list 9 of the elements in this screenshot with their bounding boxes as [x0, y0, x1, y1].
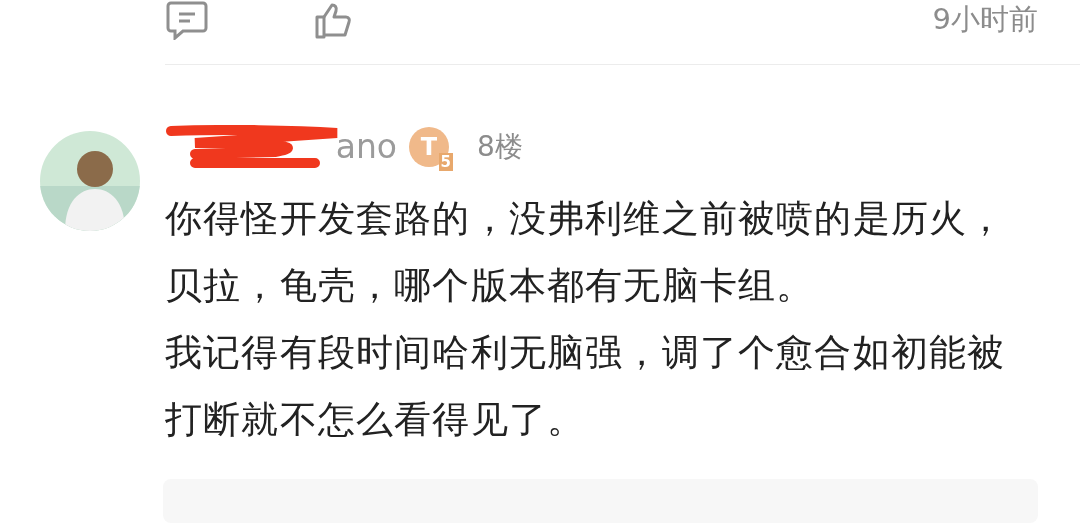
timestamp: 9小时前: [932, 1, 1038, 38]
comment-icon[interactable]: [166, 0, 208, 40]
comment-text: 我记得有段时间哈利无脑强，调了个愈合如初能被: [165, 329, 1006, 376]
floor-number: 8楼: [477, 128, 523, 165]
comment-text: 打断就不怎么看得见了。: [165, 396, 587, 443]
comment-text: 你得怪开发套路的，没弗利维之前被喷的是历火，: [165, 195, 1006, 242]
username[interactable]: ano: [165, 127, 397, 167]
comment-text: 贝拉，龟壳，哪个版本都有无脑卡组。: [165, 262, 816, 309]
level-number: 5: [438, 152, 453, 171]
